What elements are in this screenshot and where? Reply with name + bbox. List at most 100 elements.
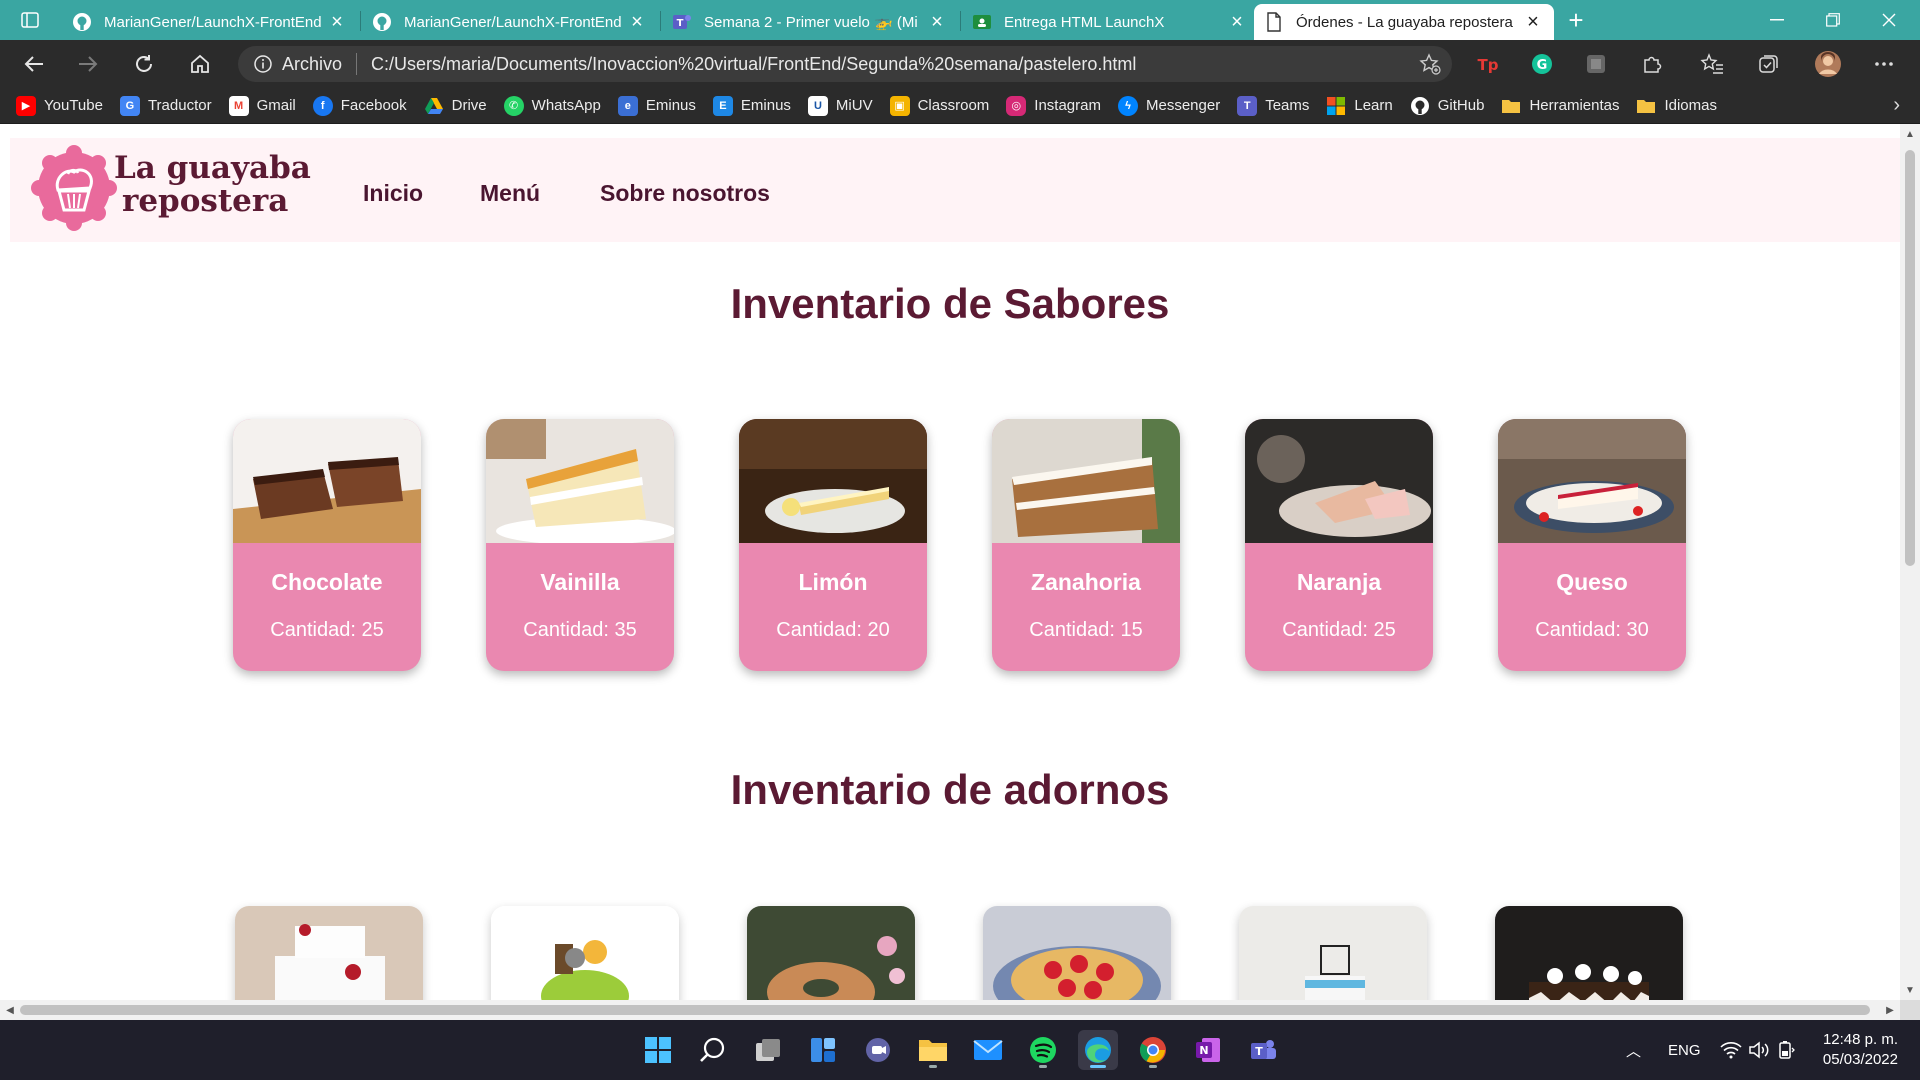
home-button[interactable] (182, 46, 218, 82)
horizontal-scroll-thumb[interactable] (20, 1005, 1870, 1015)
forward-button[interactable] (70, 46, 106, 82)
more-menu-icon[interactable] (1868, 48, 1900, 80)
flavor-card[interactable]: Chocolate Cantidad: 25 (233, 419, 421, 671)
decorations-title: Inventario de adornos (730, 766, 1170, 813)
chevron-right-icon[interactable]: › (1893, 94, 1900, 117)
bookmark-github[interactable]: GitHub (1410, 96, 1484, 116)
scroll-up-icon[interactable]: ▲ (1900, 124, 1920, 144)
bookmark-gmail[interactable]: M Gmail (228, 95, 296, 116)
flavor-quantity: Cantidad: 25 (1282, 619, 1396, 641)
address-bar[interactable]: Archivo C:/Users/maria/Documents/Inovacc… (238, 46, 1452, 82)
bookmark-instagram[interactable]: ◎ Instagram (1006, 95, 1101, 116)
scroll-right-icon[interactable]: ▶ (1880, 1000, 1900, 1020)
bookmark-traductor[interactable]: G Traductor (119, 95, 212, 116)
bookmark-label: Eminus (645, 97, 696, 114)
spotify-button[interactable] (1023, 1030, 1063, 1070)
vertical-scrollbar[interactable]: ▲ ▼ (1900, 124, 1920, 1000)
flavor-card[interactable]: Vainilla Cantidad: 35 (486, 419, 674, 671)
widgets-button[interactable] (803, 1030, 843, 1070)
add-favorite-icon[interactable] (1418, 52, 1442, 76)
close-tab-icon[interactable]: × (626, 11, 648, 33)
bookmark-teams[interactable]: T Teams (1237, 95, 1309, 116)
back-button[interactable] (16, 46, 52, 82)
grammarly-icon[interactable]: G (1526, 48, 1558, 80)
nav-inicio[interactable]: Inicio (363, 180, 423, 207)
decoration-card[interactable] (1495, 906, 1683, 1000)
extension-tp-icon[interactable]: Tp (1472, 48, 1504, 80)
decoration-card[interactable] (983, 906, 1171, 1000)
search-icon (700, 1037, 725, 1062)
vertical-scroll-thumb[interactable] (1905, 150, 1915, 566)
scroll-left-icon[interactable]: ◀ (0, 1000, 20, 1020)
flavor-card[interactable]: Queso Cantidad: 30 (1498, 419, 1686, 671)
start-button[interactable] (638, 1030, 678, 1070)
url-text[interactable]: C:/Users/maria/Documents/Inovaccion%20vi… (371, 54, 1136, 75)
tab-actions-menu[interactable] (0, 0, 60, 40)
spotify-icon (1030, 1037, 1056, 1063)
chrome-button[interactable] (1133, 1030, 1173, 1070)
info-icon[interactable] (252, 53, 274, 75)
tab-3[interactable]: T Semana 2 - Primer vuelo 🚁 (Mi × (662, 4, 958, 40)
extensions-icon[interactable] (1636, 48, 1668, 80)
decoration-card[interactable] (1239, 906, 1427, 1000)
cupcake-logo[interactable] (30, 144, 118, 232)
search-button[interactable] (693, 1030, 733, 1070)
task-view-button[interactable] (748, 1030, 788, 1070)
bookmark-label: Eminus (740, 97, 791, 114)
collections-icon[interactable] (1752, 48, 1784, 80)
nav-menu[interactable]: Menú (480, 180, 540, 207)
bookmark-learn[interactable]: Learn (1326, 96, 1393, 116)
bookmark-folder-herramientas[interactable]: Herramientas (1501, 96, 1619, 116)
system-clock[interactable]: 12:48 p. m. 05/03/2022 (1823, 1030, 1898, 1070)
minimize-button[interactable] (1750, 0, 1804, 40)
tab-active[interactable]: Órdenes - La guayaba repostera × (1254, 4, 1554, 40)
bookmark-messenger[interactable]: ϟ Messenger (1117, 95, 1220, 116)
decoration-card[interactable] (491, 906, 679, 1000)
scroll-down-icon[interactable]: ▼ (1900, 980, 1920, 1000)
file-explorer-button[interactable] (913, 1030, 953, 1070)
bookmark-miuv[interactable]: U MiUV (807, 95, 873, 116)
flavor-card[interactable]: Zanahoria Cantidad: 15 (992, 419, 1180, 671)
teams-button[interactable]: T (1243, 1030, 1283, 1070)
close-tab-icon[interactable]: × (1522, 11, 1544, 33)
close-tab-icon[interactable]: × (1226, 11, 1248, 33)
bookmark-eminus[interactable]: e Eminus (617, 95, 696, 116)
favorites-icon[interactable] (1696, 48, 1728, 80)
tab-2[interactable]: MarianGener/LaunchX-FrontEnd × (362, 4, 658, 40)
decoration-card[interactable] (747, 906, 915, 1000)
tab-separator (660, 11, 661, 31)
brand-name[interactable]: La guayaba repostera (114, 152, 311, 218)
flavor-card[interactable]: Limón Cantidad: 20 (739, 419, 927, 671)
profile-avatar[interactable] (1812, 48, 1844, 80)
svg-text:T: T (677, 18, 684, 29)
refresh-button[interactable] (126, 46, 162, 82)
close-tab-icon[interactable]: × (326, 11, 348, 33)
facebook-icon: f (312, 95, 333, 116)
tab-4[interactable]: Entrega HTML LaunchX × (962, 4, 1258, 40)
nav-sobre-nosotros[interactable]: Sobre nosotros (600, 180, 770, 207)
restore-button[interactable] (1806, 0, 1860, 40)
bookmark-facebook[interactable]: f Facebook (312, 95, 407, 116)
bookmark-classroom[interactable]: ▣ Classroom (889, 95, 989, 116)
new-tab-button[interactable]: + (1560, 4, 1592, 36)
language-indicator[interactable]: ENG (1668, 1020, 1701, 1080)
mail-button[interactable] (968, 1030, 1008, 1070)
bookmark-whatsapp[interactable]: ✆ WhatsApp (503, 95, 601, 116)
network-volume-battery[interactable] (1720, 1020, 1796, 1080)
bookmark-drive[interactable]: Drive (424, 96, 487, 116)
extension-box-icon[interactable] (1580, 48, 1612, 80)
show-hidden-icons-button[interactable]: ︿ (1626, 1020, 1641, 1080)
tab-1[interactable]: MarianGener/LaunchX-FrontEnd × (62, 4, 358, 40)
horizontal-scrollbar[interactable]: ◀ ▶ (0, 1000, 1900, 1020)
bookmark-youtube[interactable]: ▶ YouTube (16, 95, 103, 116)
svg-text:N: N (1199, 1044, 1208, 1057)
bookmark-folder-idiomas[interactable]: Idiomas (1636, 96, 1717, 116)
close-window-button[interactable] (1862, 0, 1916, 40)
edge-button[interactable] (1078, 1030, 1118, 1070)
close-tab-icon[interactable]: × (926, 11, 948, 33)
onenote-button[interactable]: N (1188, 1030, 1228, 1070)
bookmark-eminus-2[interactable]: E Eminus (712, 95, 791, 116)
flavor-card[interactable]: Naranja Cantidad: 25 (1245, 419, 1433, 671)
teams-chat-button[interactable] (858, 1030, 898, 1070)
decoration-card[interactable] (235, 906, 423, 1000)
